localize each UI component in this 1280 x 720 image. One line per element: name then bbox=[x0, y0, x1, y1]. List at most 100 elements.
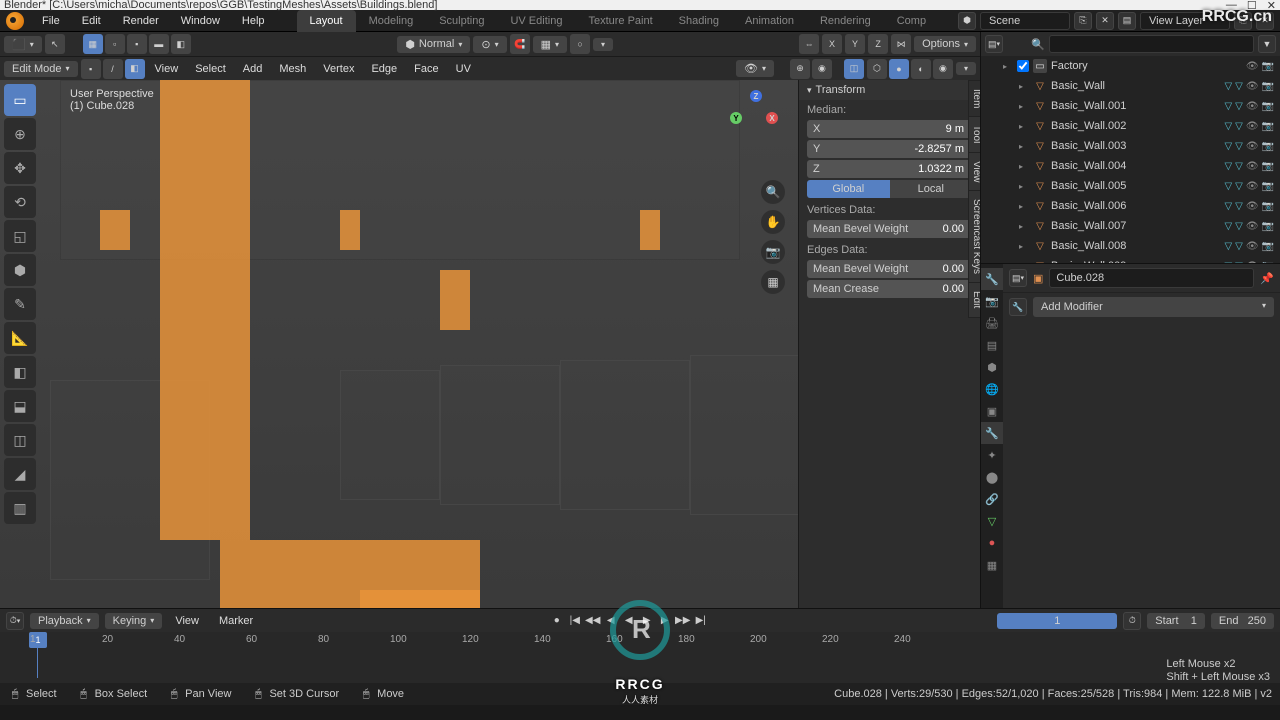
outliner-type-dropdown[interactable]: ▤▾ bbox=[985, 35, 1003, 53]
mean-crease-row[interactable]: Mean Crease 0.00 bbox=[807, 280, 972, 298]
npanel-tab-screencast[interactable]: Screencast Keys bbox=[968, 190, 980, 283]
visibility-dropdown[interactable]: 👁▾ bbox=[736, 60, 774, 77]
hide-viewport-icon[interactable]: 👁 bbox=[1246, 181, 1259, 192]
disable-icon[interactable]: ▽ bbox=[1235, 241, 1243, 252]
snap-grid-icon[interactable]: ▦ bbox=[83, 34, 103, 54]
prop-tab-constraint[interactable]: 🔗 bbox=[981, 488, 1003, 510]
proportional-dropdown[interactable]: ▾ bbox=[593, 38, 613, 51]
disable-icon[interactable]: ▽ bbox=[1235, 141, 1243, 152]
mean-bevel-weight-edge-row[interactable]: Mean Bevel Weight 0.00 bbox=[807, 260, 972, 278]
viewlayer-icon[interactable]: ▤ bbox=[1118, 12, 1136, 30]
editor-type-dropdown[interactable]: ⬛▾ bbox=[4, 36, 42, 53]
disable-icon[interactable]: ▽ bbox=[1235, 161, 1243, 172]
select-vertex-mode[interactable]: ▪ bbox=[81, 59, 101, 79]
vp-menu-edge[interactable]: Edge bbox=[364, 63, 404, 75]
scene-name-field[interactable]: Scene bbox=[980, 12, 1070, 30]
shading-solid[interactable]: ● bbox=[889, 59, 909, 79]
hide-render-icon[interactable]: 📷 bbox=[1262, 61, 1274, 72]
prop-tab-scene[interactable]: ⬢ bbox=[981, 356, 1003, 378]
prop-tab-object[interactable]: ▣ bbox=[981, 400, 1003, 422]
hide-viewport-icon[interactable]: 👁 bbox=[1246, 81, 1259, 92]
vp-menu-uv[interactable]: UV bbox=[449, 63, 478, 75]
prop-tab-world[interactable]: 🌐 bbox=[981, 378, 1003, 400]
snap-vert-icon[interactable]: ▪ bbox=[127, 34, 147, 54]
tab-layout[interactable]: Layout bbox=[297, 10, 356, 32]
start-frame-field[interactable]: Start 1 bbox=[1147, 613, 1205, 629]
gizmo-z-axis[interactable]: Z bbox=[750, 90, 762, 102]
tab-uvediting[interactable]: UV Editing bbox=[497, 10, 575, 32]
playback-dropdown[interactable]: Playback ▾ bbox=[30, 613, 99, 629]
snap-face-icon[interactable]: ◧ bbox=[171, 34, 191, 54]
hide-render-icon[interactable]: 📷 bbox=[1262, 161, 1274, 172]
select-face-mode[interactable]: ◧ bbox=[125, 59, 145, 79]
tree-row[interactable]: ▸▽Basic_Wall.009▽▽👁📷 bbox=[981, 256, 1280, 263]
menu-help[interactable]: Help bbox=[232, 10, 275, 32]
hide-viewport-icon[interactable]: 👁 bbox=[1246, 241, 1259, 252]
vp-menu-view[interactable]: View bbox=[148, 63, 186, 75]
tab-compositing[interactable]: Comp bbox=[884, 10, 939, 32]
pivot-dropdown[interactable]: ⊙▾ bbox=[473, 36, 506, 53]
orientation-dropdown[interactable]: ⬢ Normal ▾ bbox=[397, 36, 470, 53]
expand-icon[interactable]: ▸ bbox=[1019, 142, 1029, 151]
shading-matprev[interactable]: ◐ bbox=[911, 59, 931, 79]
select-edge-mode[interactable]: / bbox=[103, 59, 123, 79]
tool-transform[interactable]: ⬢ bbox=[4, 254, 36, 286]
tree-row[interactable]: ▸▽Basic_Wall.004▽▽👁📷 bbox=[981, 156, 1280, 176]
prop-tab-material[interactable]: ● bbox=[981, 532, 1003, 554]
prop-tab-particle[interactable]: ✦ bbox=[981, 444, 1003, 466]
automerge-toggle[interactable]: ⋈ bbox=[891, 34, 911, 54]
tool-extrude[interactable]: ⬓ bbox=[4, 390, 36, 422]
tree-row[interactable]: ▸▽Basic_Wall.002▽▽👁📷 bbox=[981, 116, 1280, 136]
hide-render-icon[interactable]: 📷 bbox=[1262, 221, 1274, 232]
hide-render-icon[interactable]: 📷 bbox=[1262, 81, 1274, 92]
hide-viewport-icon[interactable]: 👁 bbox=[1246, 61, 1259, 72]
proportional-toggle[interactable]: ○ bbox=[570, 34, 590, 54]
prop-tab-viewlayer[interactable]: ▤ bbox=[981, 334, 1003, 356]
hide-select-icon[interactable]: ▽ bbox=[1224, 101, 1232, 112]
tool-move[interactable]: ✥ bbox=[4, 152, 36, 184]
tree-row[interactable]: ▸▽Basic_Wall.001▽▽👁📷 bbox=[981, 96, 1280, 116]
hide-select-icon[interactable]: ▽ bbox=[1224, 241, 1232, 252]
prop-tab-physics[interactable]: ⬤ bbox=[981, 466, 1003, 488]
collection-checkbox[interactable] bbox=[1017, 60, 1029, 72]
cursor-tool-button[interactable]: ↖ bbox=[45, 34, 65, 54]
add-modifier-dropdown[interactable]: Add Modifier ▾ bbox=[1033, 297, 1274, 317]
median-y-row[interactable]: Y-2.8257 m bbox=[807, 140, 972, 158]
local-button[interactable]: Local bbox=[890, 180, 973, 198]
viewport-canvas[interactable]: User Perspective (1) Cube.028 ▭ ⊕ ✥ ⟲ ◱ … bbox=[0, 80, 980, 608]
tool-select-box[interactable]: ▭ bbox=[4, 84, 36, 116]
scene-delete-button[interactable]: ✕ bbox=[1096, 12, 1114, 30]
expand-icon[interactable]: ▸ bbox=[1019, 162, 1029, 171]
tool-bevel[interactable]: ◢ bbox=[4, 458, 36, 490]
tab-modeling[interactable]: Modeling bbox=[356, 10, 427, 32]
mirror-x[interactable]: X bbox=[822, 34, 842, 54]
tool-loopcut[interactable]: ▥ bbox=[4, 492, 36, 524]
prop-tab-render[interactable]: 📷 bbox=[981, 290, 1003, 312]
outliner-tree[interactable]: ▸▭Factory👁📷▸▽Basic_Wall▽▽👁📷▸▽Basic_Wall.… bbox=[981, 56, 1280, 263]
tree-row[interactable]: ▸▽Basic_Wall.007▽▽👁📷 bbox=[981, 216, 1280, 236]
disable-icon[interactable]: ▽ bbox=[1235, 221, 1243, 232]
hide-select-icon[interactable]: ▽ bbox=[1224, 81, 1232, 92]
vp-menu-face[interactable]: Face bbox=[407, 63, 445, 75]
keyframe-prev-button[interactable]: ◀◀ bbox=[585, 613, 601, 629]
expand-icon[interactable]: ▸ bbox=[1019, 222, 1029, 231]
vp-menu-vertex[interactable]: Vertex bbox=[316, 63, 361, 75]
hide-select-icon[interactable]: ▽ bbox=[1224, 121, 1232, 132]
prop-tab-output[interactable]: 🖨 bbox=[981, 312, 1003, 334]
keying-dropdown[interactable]: Keying ▾ bbox=[105, 613, 163, 629]
property-type-dropdown[interactable]: ▤▾ bbox=[1009, 269, 1027, 287]
hide-render-icon[interactable]: 📷 bbox=[1262, 141, 1274, 152]
hide-render-icon[interactable]: 📷 bbox=[1262, 241, 1274, 252]
tool-cursor[interactable]: ⊕ bbox=[4, 118, 36, 150]
disable-icon[interactable]: ▽ bbox=[1235, 121, 1243, 132]
disable-icon[interactable]: ▽ bbox=[1235, 201, 1243, 212]
menu-window[interactable]: Window bbox=[171, 10, 230, 32]
camera-button[interactable]: 📷 bbox=[761, 240, 785, 264]
disable-icon[interactable]: ▽ bbox=[1235, 81, 1243, 92]
snap-edge-icon[interactable]: ▬ bbox=[149, 34, 169, 54]
snap-settings-dropdown[interactable]: ▦▾ bbox=[533, 36, 567, 53]
tool-measure[interactable]: 📐 bbox=[4, 322, 36, 354]
npanel-transform-header[interactable]: ▾ Transform bbox=[799, 80, 980, 100]
shading-wire[interactable]: ⬡ bbox=[867, 59, 887, 79]
hide-select-icon[interactable]: ▽ bbox=[1224, 141, 1232, 152]
